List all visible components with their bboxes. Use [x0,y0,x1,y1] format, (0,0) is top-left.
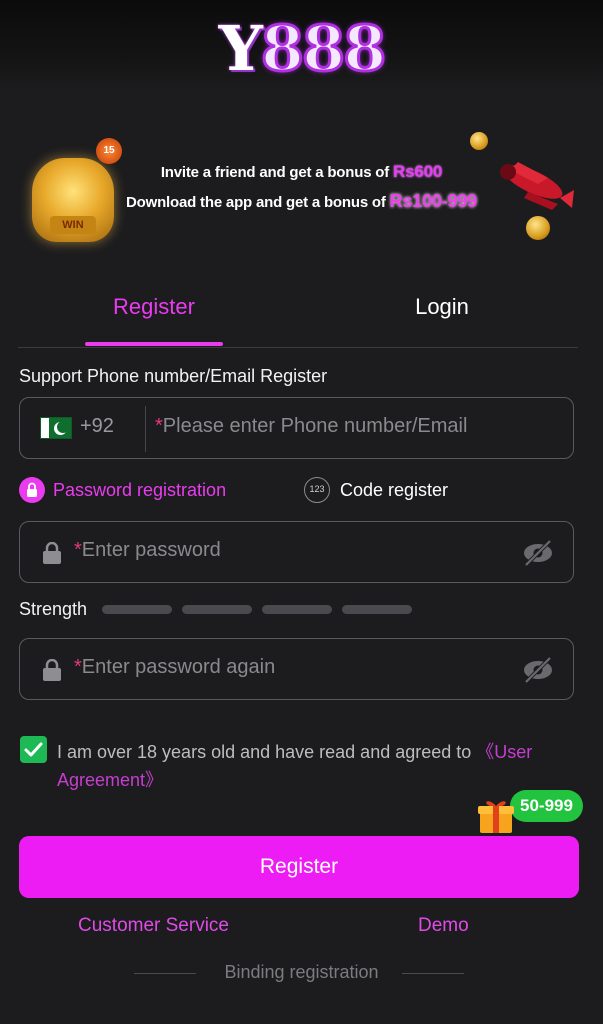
field-divider [145,406,146,452]
demo-link[interactable]: Demo [418,915,469,937]
eye-off-icon[interactable] [521,655,555,685]
logo-y: Y [218,12,263,85]
binding-registration-link[interactable]: Binding registration [0,962,603,983]
support-register-label: Support Phone number/Email Register [19,366,328,386]
strength-label: Strength [19,599,88,619]
medal-label: WIN [50,216,96,234]
phone-email-field[interactable]: +92 *Please enter Phone number/Email [19,397,574,459]
customer-service-link[interactable]: Customer Service [78,915,229,937]
password-registration-label: Password registration [53,479,227,500]
strength-bar [262,605,332,614]
strength-bar [342,605,412,614]
auth-tabs: Register Login [18,278,578,348]
banner-download-amount: Rs100-999 [389,191,477,211]
password-placeholder: Enter password [81,539,221,561]
tab-register[interactable]: Register [84,294,224,320]
eye-off-icon[interactable] [521,538,555,568]
banner-invite-prefix: Invite a friend and get a bonus of [160,164,394,181]
lock-icon [43,542,61,564]
required-mark: * [74,539,82,561]
brand-logo: Y888 [0,12,603,85]
bonus-badge-icon: 15 [96,138,122,164]
pakistan-flag-icon[interactable] [40,417,72,439]
phone-email-input[interactable]: *Please enter Phone number/Email [155,415,467,438]
code-register-option[interactable]: 123 Code register [304,476,448,504]
coin-icon [470,132,488,150]
banner-invite-amount: Rs600 [393,162,443,181]
gift-bonus-badge[interactable]: 50-999 [510,790,583,822]
gift-icon[interactable] [476,795,516,835]
agreement-statement: I am over 18 years old and have read and… [57,742,477,762]
banner-invite-text: Invite a friend and get a bonus of Rs600 [0,162,603,182]
agreement-text: I am over 18 years old and have read and… [57,738,582,794]
phone-email-placeholder: Please enter Phone number/Email [162,415,468,437]
tab-login[interactable]: Login [372,294,512,320]
logo-number: 888 [259,12,387,85]
banner-download-text: Download the app and get a bonus of Rs10… [0,191,603,212]
checkmark-icon [24,742,43,757]
password-input[interactable]: *Enter password [74,539,221,562]
binding-divider-right [402,973,464,974]
lock-icon [43,659,61,681]
code-register-label: Code register [340,479,449,500]
confirm-password-input[interactable]: *Enter password again [74,656,275,679]
active-tab-indicator [85,342,223,346]
required-mark: * [74,656,82,678]
strength-bar [102,605,172,614]
confirm-password-placeholder: Enter password again [81,656,276,678]
lock-icon [19,477,45,503]
required-mark: * [155,415,163,437]
confirm-password-field[interactable]: *Enter password again [19,638,574,700]
password-registration-option[interactable]: Password registration [19,476,226,504]
strength-bar [182,605,252,614]
password-field[interactable]: *Enter password [19,521,574,583]
register-button[interactable]: Register [19,836,579,898]
number-code-icon: 123 [304,477,330,503]
country-code[interactable]: +92 [80,415,114,438]
agreement-checkbox[interactable] [20,736,47,763]
banner-download-prefix: Download the app and get a bonus of [126,194,390,211]
promo-banner[interactable]: WIN 15 Invite a friend and get a bonus o… [0,120,603,250]
